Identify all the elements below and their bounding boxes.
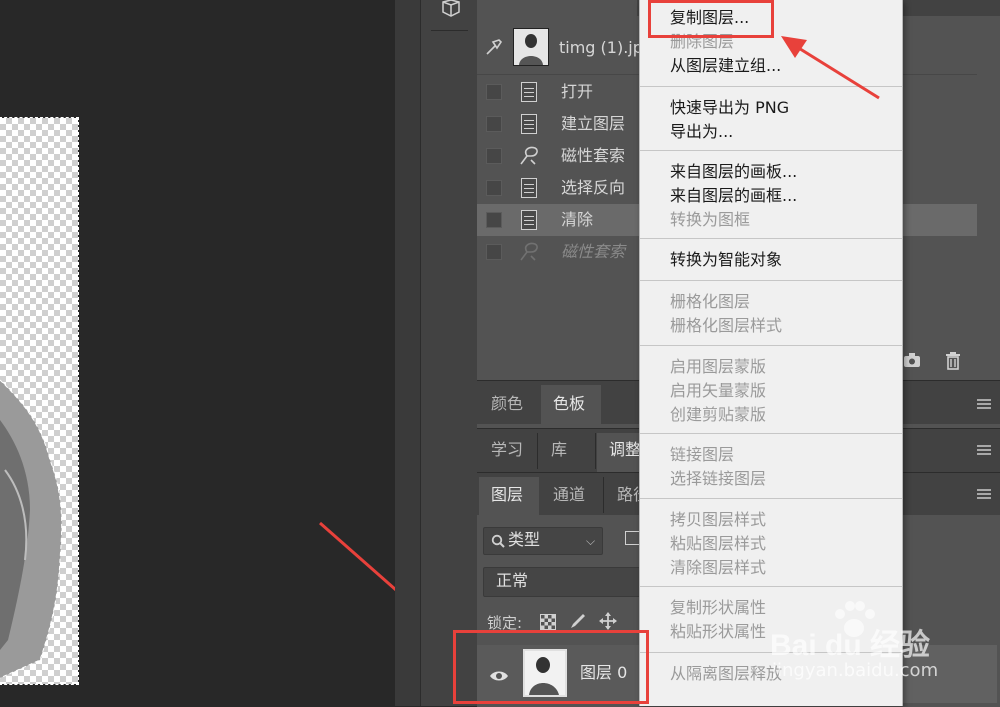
magnetic-lasso-icon — [520, 242, 538, 261]
menu-item: 选择链接图层 — [670, 469, 767, 488]
menu-item: 粘贴形状属性 — [670, 622, 767, 641]
panel-dock-strip — [420, 0, 478, 706]
menu-item: 启用矢量蒙版 — [670, 381, 767, 400]
magnetic-lasso-icon — [520, 146, 538, 165]
blend-mode-value: 正常 — [496, 571, 529, 590]
history-step-label: 清除 — [561, 210, 594, 229]
menu-item: 链接图层 — [670, 445, 735, 464]
menu-item: 转换为图框 — [670, 210, 751, 229]
history-step-label: 磁性套索 — [561, 146, 626, 165]
menu-item: 栅格化图层样式 — [670, 316, 783, 335]
tab-adjustments[interactable]: 调整 — [609, 440, 641, 460]
history-step-label: 选择反向 — [561, 178, 626, 197]
menu-separator — [640, 345, 902, 346]
menu-item: 栅格化图层 — [670, 292, 751, 311]
menu-item[interactable]: 转换为智能对象 — [670, 250, 782, 270]
trash-icon[interactable] — [945, 352, 961, 374]
tab-learn[interactable]: 学习 — [491, 440, 523, 460]
tab-swatches[interactable]: 色板 — [553, 394, 585, 414]
document-icon — [521, 210, 537, 230]
tab-layers[interactable]: 图层 — [491, 485, 523, 505]
tab-color[interactable]: 颜色 — [491, 394, 523, 414]
menu-item[interactable]: 来自图层的画框... — [670, 186, 797, 206]
history-step-checkbox[interactable] — [486, 116, 502, 132]
menu-item: 从隔离图层释放 — [670, 664, 783, 683]
watermark-brand: Bai du 经验 — [770, 629, 931, 662]
blend-mode-select[interactable]: 正常 — [483, 567, 645, 597]
annotation-arrow-menu — [781, 36, 880, 100]
tab-libraries[interactable]: 库 — [551, 440, 567, 460]
history-step-label: 打开 — [561, 82, 594, 101]
panel-menu-icon[interactable] — [977, 489, 991, 491]
menu-item[interactable]: 快速导出为 PNG — [670, 98, 789, 118]
menu-item: 粘贴图层样式 — [670, 534, 767, 553]
menu-separator — [640, 586, 902, 587]
panel-menu-icon[interactable] — [977, 445, 991, 447]
annotation-box-duplicate-layer — [648, 0, 774, 38]
history-step-checkbox[interactable] — [486, 180, 502, 196]
menu-item[interactable]: 来自图层的画板... — [670, 162, 797, 182]
layer-filter-select[interactable]: 类型 ⌵ — [483, 527, 603, 555]
history-step-checkbox[interactable] — [486, 84, 502, 100]
menu-separator — [640, 238, 902, 239]
search-icon — [491, 533, 505, 552]
panel-icon-strip — [395, 0, 420, 706]
history-step-label: 建立图层 — [561, 114, 626, 133]
baidu-watermark: Bai du 经验 jingyan.baidu.com — [770, 600, 1000, 684]
document-icon — [521, 114, 537, 134]
person-cutout — [0, 379, 63, 679]
history-brush-icon[interactable] — [485, 38, 503, 60]
menu-item[interactable]: 导出为... — [670, 122, 733, 142]
panel-menu-icon[interactable] — [977, 399, 991, 401]
chevron-down-icon: ⌵ — [586, 534, 596, 548]
menu-separator — [640, 280, 902, 281]
annotation-box-layer-row — [453, 630, 649, 704]
menu-separator — [640, 150, 902, 151]
menu-item[interactable]: 从图层建立组... — [670, 56, 781, 76]
menu-separator — [640, 433, 902, 434]
3d-cube-icon[interactable] — [441, 0, 461, 18]
menu-item: 复制形状属性 — [670, 598, 767, 617]
history-step-label: 磁性套索 — [561, 242, 626, 261]
document-canvas[interactable] — [0, 0, 445, 706]
menu-item: 创建剪贴蒙版 — [670, 405, 767, 424]
layer-filter-label: 类型 — [508, 530, 541, 549]
document-icon — [521, 82, 537, 102]
tab-channels[interactable]: 通道 — [553, 485, 585, 505]
watermark-url: jingyan.baidu.com — [772, 660, 939, 681]
menu-separator — [640, 498, 902, 499]
history-step-checkbox[interactable] — [486, 244, 502, 260]
history-step-checkbox[interactable] — [486, 212, 502, 228]
menu-item: 清除图层样式 — [670, 558, 767, 577]
document-icon — [521, 178, 537, 198]
lock-transparent-icon[interactable] — [540, 614, 556, 630]
snapshot-thumbnail — [513, 28, 549, 66]
menu-item: 启用图层蒙版 — [670, 357, 767, 376]
camera-icon[interactable] — [903, 352, 921, 372]
menu-item: 拷贝图层样式 — [670, 510, 767, 529]
history-step-checkbox[interactable] — [486, 148, 502, 164]
